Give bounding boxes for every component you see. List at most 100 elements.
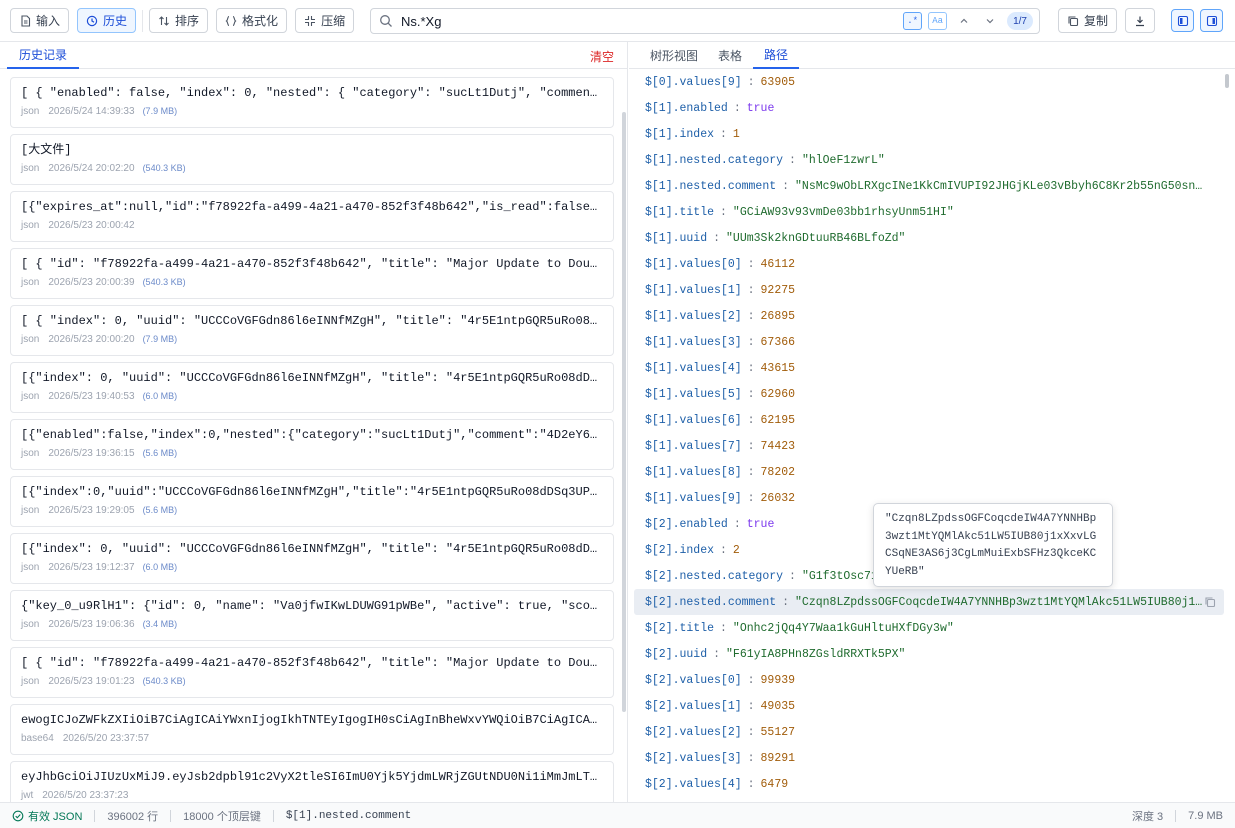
path-value: true <box>746 101 775 115</box>
history-item[interactable]: eyJhbGciOiJIUzUxMiJ9.eyJsb2dpbl91c2VyX2t… <box>10 761 614 802</box>
path-key: $[2].values[4] <box>645 777 742 791</box>
regex-toggle[interactable]: .* <box>903 12 923 30</box>
path-key: $[1].values[6] <box>645 413 742 427</box>
previous-match-icon[interactable] <box>955 12 973 30</box>
tab-tree-view[interactable]: 树形视图 <box>639 42 709 69</box>
path-row[interactable]: $[1].title: "GCiAW93v93vmDe03bb1rhsyUnm51… <box>634 199 1224 225</box>
toggle-left-panel-button[interactable] <box>1171 9 1194 32</box>
path-separator: : <box>733 101 741 115</box>
path-row[interactable]: $[1].values[4]:43615 <box>634 355 1224 381</box>
search-input[interactable] <box>401 13 898 29</box>
history-item-time: 2026/5/23 19:06:36 <box>48 618 135 630</box>
history-item[interactable]: [ { "enabled": false, "index": 0, "neste… <box>10 77 614 128</box>
path-row[interactable]: $[1].values[2]:26895 <box>634 303 1224 329</box>
path-row[interactable]: $[1].values[5]:62960 <box>634 381 1224 407</box>
path-row-selected[interactable]: $[2].nested.comment: "Czqn8LZpdssOGFCoqcd… <box>634 589 1224 615</box>
path-value: 78202 <box>760 465 796 479</box>
copy-button[interactable]: 复制 <box>1057 8 1117 33</box>
tab-table[interactable]: 表格 <box>707 42 753 69</box>
history-item-type: json <box>21 219 40 231</box>
tab-history[interactable]: 历史记录 <box>7 42 80 69</box>
case-sensitive-toggle[interactable]: Aa <box>928 12 948 30</box>
path-row[interactable]: $[2].values[3]:89291 <box>634 745 1224 771</box>
history-item[interactable]: [大文件] json 2026/5/24 20:02:20 (540.3 KB) <box>10 134 614 185</box>
status-right-group: 深度 3 7.9 MB <box>1132 803 1223 828</box>
history-item[interactable]: [{"index": 0, "uuid": "UCCCoVGFGdn86l6eI… <box>10 533 614 584</box>
history-item-time: 2026/5/23 20:00:42 <box>48 219 135 231</box>
history-item-time: 2026/5/23 19:12:37 <box>48 561 135 573</box>
input-button[interactable]: 输入 <box>10 8 70 33</box>
compress-button[interactable]: 压缩 <box>295 8 355 33</box>
path-row[interactable]: $[1].values[8]:78202 <box>634 459 1224 485</box>
path-row[interactable]: $[1].enabled: true <box>634 95 1224 121</box>
path-key: $[1].nested.category <box>645 153 784 167</box>
copy-value-icon[interactable] <box>1204 596 1216 608</box>
download-button[interactable] <box>1125 8 1155 33</box>
history-scrollbar-thumb[interactable] <box>622 112 626 712</box>
path-value: "UUm3Sk2knGDtuuRB46BLfoZd" <box>726 231 906 245</box>
tab-path[interactable]: 路径 <box>753 42 800 69</box>
path-row[interactable]: $[2].title: "Onhc2jQq4Y7Waa1kGuHltuHXfDGy… <box>634 615 1224 641</box>
path-key: $[1].values[5] <box>645 387 742 401</box>
path-row[interactable]: $[1].index:1 <box>634 121 1224 147</box>
path-row[interactable]: $[2].uuid: "F61yIA8PHn8ZGsldRRXTk5PX" <box>634 641 1224 667</box>
clear-history-button[interactable]: 清空 <box>590 48 614 65</box>
history-scrollbar[interactable] <box>622 112 626 772</box>
path-separator: : <box>733 517 741 531</box>
format-button[interactable]: 格式化 <box>216 8 288 33</box>
path-row[interactable]: $[1].nested.comment: "NsMc9wObLRXgcINe1Kk… <box>634 173 1224 199</box>
path-row[interactable]: $[1].values[7]:74423 <box>634 433 1224 459</box>
status-divider <box>1175 810 1177 822</box>
history-item[interactable]: [{"index":0,"uuid":"UCCCoVGFGdn86l6eINNf… <box>10 476 614 527</box>
compress-button-label: 压缩 <box>321 14 346 28</box>
path-row[interactable]: $[1].values[0]:46112 <box>634 251 1224 277</box>
history-item-text: {"key_0_u9RlH1": {"id": 0, "name": "Va0j… <box>21 599 603 613</box>
path-key: $[1].nested.comment <box>645 179 777 193</box>
history-item-size: (6.0 MB) <box>142 391 178 401</box>
history-item-text: [ { "index": 0, "uuid": "UCCCoVGFGdn86l6… <box>21 314 603 328</box>
history-item-size: (6.0 MB) <box>142 562 178 572</box>
history-button[interactable]: 历史 <box>77 8 137 33</box>
history-item-size: (5.6 MB) <box>142 505 178 515</box>
path-separator: : <box>747 725 755 739</box>
path-row[interactable]: $[1].values[1]:92275 <box>634 277 1224 303</box>
history-item[interactable]: [{"enabled":false,"index":0,"nested":{"c… <box>10 419 614 470</box>
history-item-type: json <box>21 447 40 459</box>
path-scrollbar[interactable] <box>1225 74 1231 794</box>
history-item-type: json <box>21 105 40 117</box>
path-row[interactable]: $[1].uuid: "UUm3Sk2knGDtuuRB46BLfoZd" <box>634 225 1224 251</box>
path-row[interactable]: $[2].values[4]:6479 <box>634 771 1224 797</box>
path-value: 1 <box>732 127 740 141</box>
next-match-icon[interactable] <box>981 12 999 30</box>
path-row[interactable]: $[2].values[1]:49035 <box>634 693 1224 719</box>
path-value: "Onhc2jQq4Y7Waa1kGuHltuHXfDGy3w" <box>732 621 954 635</box>
path-separator: : <box>713 647 721 661</box>
history-item[interactable]: ewogICJoZWFkZXIiOiB7CiAgICAiYWxnIjogIkhT… <box>10 704 614 755</box>
path-row[interactable]: $[1].nested.category: "hlOeF1zwrL" <box>634 147 1224 173</box>
sort-button[interactable]: 排序 <box>149 8 209 33</box>
history-item[interactable]: [ { "index": 0, "uuid": "UCCCoVGFGdn86l6… <box>10 305 614 356</box>
path-key: $[2].values[3] <box>645 751 742 765</box>
toggle-right-panel-button[interactable] <box>1200 9 1223 32</box>
path-row[interactable]: $[2].values[2]:55127 <box>634 719 1224 745</box>
status-divider <box>272 809 274 822</box>
path-separator: : <box>747 465 755 479</box>
history-item[interactable]: {"key_0_u9RlH1": {"id": 0, "name": "Va0j… <box>10 590 614 641</box>
history-item-text: [ { "enabled": false, "index": 0, "neste… <box>21 86 603 100</box>
path-separator: : <box>720 621 727 635</box>
path-separator: : <box>747 75 755 89</box>
path-separator: : <box>720 543 727 557</box>
path-scrollbar-thumb[interactable] <box>1225 74 1229 88</box>
history-item[interactable]: [{"index": 0, "uuid": "UCCCoVGFGdn86l6eI… <box>10 362 614 413</box>
path-separator: : <box>782 595 790 609</box>
history-item-size: (5.6 MB) <box>142 448 178 458</box>
path-separator: : <box>747 309 755 323</box>
history-item[interactable]: [{"expires_at":null,"id":"f78922fa-a499-… <box>10 191 614 242</box>
history-item-type: base64 <box>21 732 54 744</box>
path-row[interactable]: $[2].values[0]:99939 <box>634 667 1224 693</box>
path-row[interactable]: $[1].values[6]:62195 <box>634 407 1224 433</box>
path-row[interactable]: $[1].values[3]:67366 <box>634 329 1224 355</box>
history-item[interactable]: [ { "id": "f78922fa-a499-4a21-a470-852f3… <box>10 248 614 299</box>
history-item[interactable]: [ { "id": "f78922fa-a499-4a21-a470-852f3… <box>10 647 614 698</box>
path-row[interactable]: $[0].values[9]:63905 <box>634 69 1224 95</box>
